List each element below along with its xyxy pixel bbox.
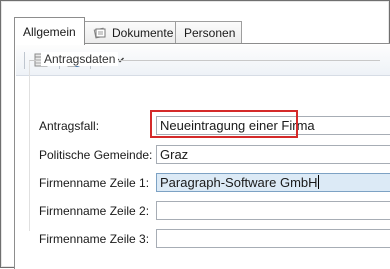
text-caret (317, 175, 319, 189)
firmenname2-field[interactable] (156, 201, 390, 220)
toolbar-separator (24, 52, 25, 69)
documents-icon (93, 27, 107, 39)
section-title: Antragsdaten (41, 52, 119, 66)
firmenname1-field[interactable]: Paragraph-Software GmbH (156, 173, 390, 192)
antragsfall-field[interactable]: Neueintragung einer Firma (156, 116, 390, 135)
tab-allgemein[interactable]: Allgemein (14, 17, 85, 45)
firmenname1-label: Firmenname Zeile 1: (39, 176, 150, 190)
firmenname3-label: Firmenname Zeile 3: (39, 232, 150, 246)
tab-label: Dokumente (112, 25, 174, 40)
tab-dokumente[interactable]: Dokumente (84, 21, 176, 43)
firmenname2-label: Firmenname Zeile 2: (39, 204, 150, 218)
firmenname1-value: Paragraph-Software GmbH (160, 175, 318, 190)
gemeinde-label: Politische Gemeinde: (39, 148, 153, 162)
antragsfall-label: Antragsfall: (39, 119, 100, 133)
tab-personen[interactable]: Personen (175, 21, 242, 43)
firmenname3-field[interactable] (156, 229, 390, 248)
tab-label: Personen (184, 25, 236, 40)
tab-label: Allgemein (23, 24, 76, 39)
gemeinde-field[interactable]: Graz (156, 145, 390, 164)
